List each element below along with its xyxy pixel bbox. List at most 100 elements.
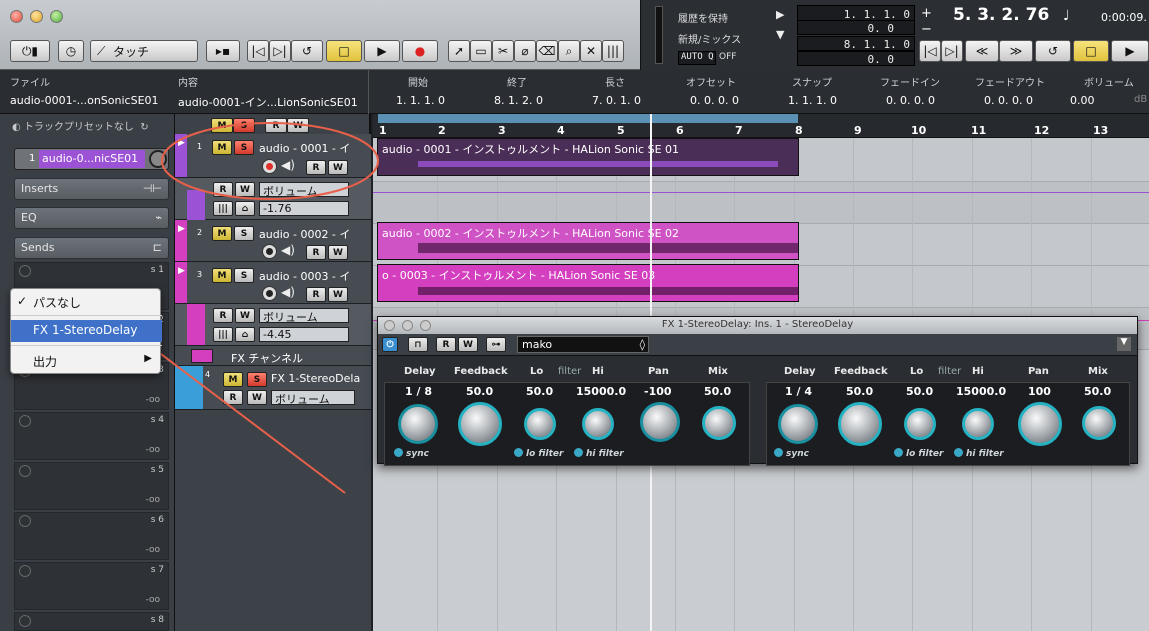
inserts-section[interactable]: Inserts ⊣⊢: [14, 178, 169, 200]
lofilter1-switch[interactable]: lo filter: [514, 448, 563, 459]
send-slot-6[interactable]: s 6 -oo: [14, 512, 169, 560]
automation-track-3[interactable]: R W ボリューム ||| ⌂ -4.45: [175, 304, 371, 346]
mix1-value[interactable]: 50.0: [704, 385, 731, 398]
track-expand-icon[interactable]: ▶: [178, 224, 185, 234]
fx-track-row[interactable]: 4 M S FX 1-StereoDela R W ボリューム: [175, 366, 371, 410]
send-slot-8[interactable]: s 8: [14, 612, 169, 631]
delay1-value[interactable]: 1 / 8: [405, 385, 432, 398]
play-button[interactable]: ▶: [364, 40, 400, 62]
read-button[interactable]: R: [306, 287, 326, 302]
info-start[interactable]: 1. 1. 1. 0: [396, 94, 445, 107]
lofilter2-switch[interactable]: lo filter: [894, 448, 943, 459]
pan2-value[interactable]: 100: [1028, 385, 1051, 398]
time-display[interactable]: 0:00:09.: [1101, 11, 1147, 24]
read-button[interactable]: R: [306, 245, 326, 260]
transport-goto-start[interactable]: |◁: [919, 40, 941, 62]
chevron-down-icon[interactable]: ▼: [1117, 337, 1131, 351]
minimize-window-button[interactable]: [402, 320, 413, 331]
track-name[interactable]: audio - 0003 - イ: [259, 268, 371, 284]
stop-button[interactable]: □: [326, 40, 362, 62]
mix2-value[interactable]: 50.0: [1084, 385, 1111, 398]
transport-goto-end[interactable]: ▷|: [941, 40, 963, 62]
automation-param[interactable]: ボリューム: [271, 390, 355, 405]
read-button[interactable]: R: [306, 160, 326, 175]
eq-section[interactable]: EQ ⌁: [14, 207, 169, 229]
folder-icon[interactable]: [191, 349, 213, 363]
audio-event-1[interactable]: audio - 0001 - インストゥルメント - HALion Sonic …: [377, 138, 799, 176]
plugin-title-bar[interactable]: FX 1-StereoDelay: Ins. 1 - StereoDelay: [378, 317, 1137, 334]
read-button[interactable]: R: [213, 308, 233, 323]
comp-tool[interactable]: |||: [602, 40, 624, 62]
transport-play-button[interactable]: ▶: [1111, 40, 1149, 62]
new-mix-label[interactable]: 新規/ミックス: [678, 31, 741, 46]
track-row[interactable]: ▶ 2 M S audio - 0002 - イ ◀) R W: [175, 220, 371, 262]
chevron-down-icon[interactable]: ▼: [776, 28, 784, 41]
mute-button[interactable]: M: [223, 372, 243, 387]
autoscroll-button[interactable]: ▸▪: [206, 40, 240, 62]
power-icon[interactable]: [19, 565, 31, 577]
ruler[interactable]: 1 2 3 4 5 6 7 8 9 10 11 12 13: [373, 114, 1149, 138]
sync2-switch[interactable]: sync: [774, 448, 809, 459]
hifilter1-switch[interactable]: hi filter: [574, 448, 624, 459]
delay2-knob[interactable]: [778, 404, 818, 444]
bypass-icon[interactable]: ⊓: [408, 337, 428, 352]
side-chain-icon[interactable]: ⊶: [486, 337, 506, 352]
solo-button[interactable]: S: [234, 140, 254, 155]
fx-folder-track[interactable]: FX チャンネル: [175, 346, 371, 366]
hifilter2-switch[interactable]: hi filter: [954, 448, 1004, 459]
pan2-knob[interactable]: [1018, 402, 1062, 446]
feedback1-knob[interactable]: [458, 402, 502, 446]
read-button[interactable]: R: [223, 390, 243, 405]
range-tool[interactable]: ▭: [470, 40, 492, 62]
play-small-icon[interactable]: ▶: [776, 8, 784, 21]
mute-button[interactable]: M: [212, 226, 232, 241]
write-button[interactable]: W: [328, 160, 348, 175]
send-slot-7[interactable]: s 7 -oo: [14, 562, 169, 610]
audio-event-3[interactable]: o - 0003 - インストゥルメント - HALion Sonic SE 0…: [377, 264, 799, 302]
pan1-value[interactable]: -100: [644, 385, 672, 398]
keep-history-label[interactable]: 履歴を保持: [678, 10, 728, 25]
write-button[interactable]: W: [458, 337, 478, 352]
send-slot-5[interactable]: s 5 -oo: [14, 462, 169, 510]
global-track-controls[interactable]: MSRW: [211, 118, 351, 133]
erase-tool[interactable]: ⌫: [536, 40, 558, 62]
power-icon[interactable]: [19, 515, 31, 527]
read-button[interactable]: R: [213, 182, 233, 197]
plus-icon[interactable]: +: [921, 6, 932, 21]
hi2-value[interactable]: 15000.0: [956, 385, 1006, 398]
info-volume[interactable]: 0.00: [1070, 94, 1095, 107]
power-icon[interactable]: [19, 415, 31, 427]
automation-param[interactable]: ボリューム: [259, 308, 349, 323]
show-lanes-icon[interactable]: |||: [213, 327, 233, 342]
delay1-knob[interactable]: [398, 404, 438, 444]
info-offset[interactable]: 0. 0. 0. 0: [690, 94, 739, 107]
track-name[interactable]: audio - 0001 - イ: [259, 140, 371, 156]
hi1-knob[interactable]: [582, 408, 614, 440]
track-row[interactable]: ▶ 3 M S audio - 0003 - イ ◀) R W: [175, 262, 371, 304]
menu-item-no-bus[interactable]: ✓ パスなし: [11, 291, 162, 313]
feedback2-value[interactable]: 50.0: [846, 385, 873, 398]
write-button[interactable]: W: [247, 390, 267, 405]
track-row[interactable]: ▶ 1 M S audio - 0001 - イ ◀) R W: [175, 134, 371, 178]
automation-param[interactable]: ボリューム: [259, 182, 349, 197]
cycle-range[interactable]: [378, 114, 798, 123]
info-description[interactable]: audio-0001-イン...LionSonicSE01: [178, 94, 358, 110]
read-button[interactable]: R: [436, 337, 456, 352]
automation-mode-select[interactable]: ⟋ タッチ: [90, 40, 198, 62]
forward-button[interactable]: ≫: [999, 40, 1033, 62]
info-length[interactable]: 7. 0. 1. 0: [592, 94, 641, 107]
preset-menu-icon[interactable]: ◊: [640, 338, 645, 351]
info-snap[interactable]: 1. 1. 1. 0: [788, 94, 837, 107]
audio-event-2[interactable]: audio - 0002 - インストゥルメント - HALion Sonic …: [377, 222, 799, 260]
mute-button[interactable]: M: [212, 268, 232, 283]
lo1-value[interactable]: 50.0: [526, 385, 553, 398]
close-window-button[interactable]: [10, 10, 23, 23]
zoom-tool[interactable]: ⌕: [558, 40, 580, 62]
constrain-delay-button[interactable]: ◷: [58, 40, 84, 62]
transport-cycle-button[interactable]: ↺: [1035, 40, 1071, 62]
preset-field[interactable]: mako ◊: [517, 336, 649, 353]
lo2-knob[interactable]: [904, 408, 936, 440]
lo2-value[interactable]: 50.0: [906, 385, 933, 398]
automation-value[interactable]: -1.76: [259, 201, 349, 216]
zoom-window-button[interactable]: [420, 320, 431, 331]
